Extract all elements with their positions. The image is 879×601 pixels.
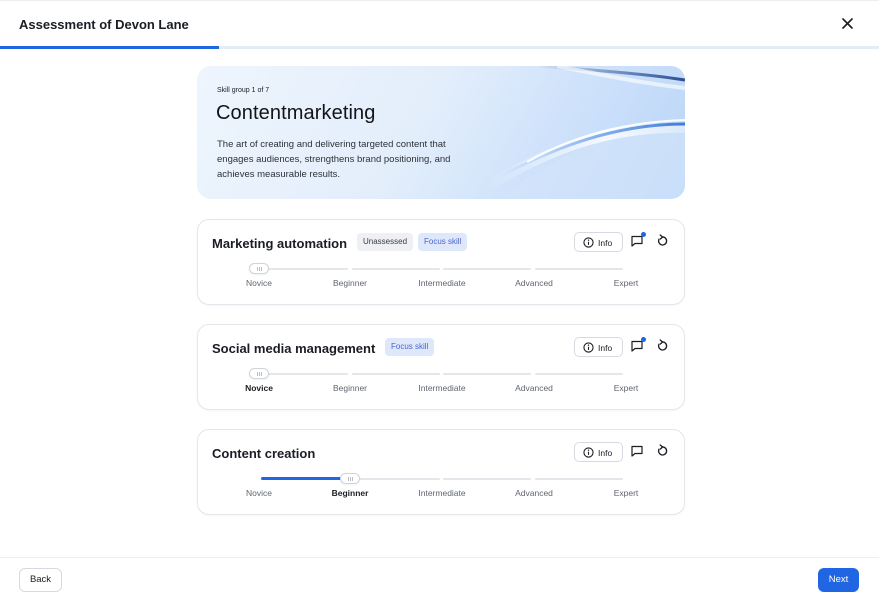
- level-label-expert[interactable]: Expert: [614, 488, 639, 498]
- comment-indicator: [641, 337, 646, 342]
- level-label-intermediate[interactable]: Intermediate: [418, 383, 465, 393]
- progress-bar-fill: [0, 46, 219, 49]
- info-icon: [583, 342, 594, 353]
- comment-button[interactable]: [630, 337, 646, 353]
- level-label-beginner[interactable]: Beginner: [332, 488, 369, 498]
- close-icon: [841, 17, 853, 29]
- skill-card: Marketing automation Unassessed Focus skil…: [197, 219, 685, 305]
- skill-card: Content creation Info Novice Beginner In…: [197, 429, 685, 515]
- info-icon: [583, 447, 594, 458]
- reset-button[interactable]: [655, 444, 669, 458]
- close-button[interactable]: [837, 13, 857, 33]
- slider-track-fill: [261, 477, 350, 480]
- skill-group-title: Contentmarketing: [216, 102, 376, 124]
- level-label-advanced[interactable]: Advanced: [515, 488, 553, 498]
- level-label-intermediate[interactable]: Intermediate: [418, 488, 465, 498]
- info-button[interactable]: Info: [574, 232, 623, 252]
- slider-track-segment: [443, 478, 531, 480]
- slider-track-segment: [261, 373, 348, 375]
- level-label-beginner[interactable]: Beginner: [333, 278, 367, 288]
- reset-icon: [657, 339, 668, 351]
- level-label-expert[interactable]: Expert: [614, 278, 639, 288]
- level-label-advanced[interactable]: Advanced: [515, 278, 553, 288]
- skill-group-hero: Skill group 1 of 7 Contentmarketing The …: [197, 66, 685, 199]
- slider-track-segment: [443, 268, 531, 270]
- footer: Back Next: [0, 557, 879, 601]
- reset-icon: [657, 234, 668, 246]
- level-label-novice[interactable]: Novice: [246, 278, 272, 288]
- status-chip: Unassessed: [357, 233, 414, 251]
- skill-name: Content creation: [212, 446, 316, 461]
- slider-track-segment: [535, 373, 623, 375]
- slider-track-segment: [261, 268, 348, 270]
- reset-icon: [657, 444, 668, 456]
- level-label-novice[interactable]: Novice: [246, 488, 272, 498]
- info-button-label: Info: [598, 343, 613, 353]
- skill-card: Social media management Focus skill Info: [197, 324, 685, 410]
- info-icon: [583, 237, 594, 248]
- level-label-expert[interactable]: Expert: [614, 383, 639, 393]
- info-button[interactable]: Info: [574, 442, 623, 462]
- reset-button[interactable]: [655, 339, 669, 353]
- comment-indicator: [641, 232, 646, 237]
- level-label-beginner[interactable]: Beginner: [333, 383, 367, 393]
- reset-button[interactable]: [655, 234, 669, 248]
- level-slider-thumb[interactable]: [249, 263, 269, 274]
- level-label-novice[interactable]: Novice: [245, 383, 273, 393]
- focus-skill-chip: Focus skill: [385, 338, 435, 356]
- slider-track-segment: [535, 268, 623, 270]
- info-button-label: Info: [598, 238, 613, 248]
- info-button[interactable]: Info: [574, 337, 623, 357]
- level-label-intermediate[interactable]: Intermediate: [418, 278, 465, 288]
- skill-name: Social media management: [212, 341, 376, 356]
- comment-icon: [631, 445, 643, 457]
- level-label-advanced[interactable]: Advanced: [515, 383, 553, 393]
- info-button-label: Info: [598, 448, 613, 458]
- focus-skill-chip: Focus skill: [418, 233, 468, 251]
- skill-name: Marketing automation: [212, 236, 348, 251]
- level-slider-thumb[interactable]: [340, 473, 360, 484]
- skill-group-counter: Skill group 1 of 7: [217, 87, 270, 94]
- slider-track-segment: [352, 478, 440, 480]
- slider-track-segment: [352, 373, 440, 375]
- level-slider-thumb[interactable]: [249, 368, 269, 379]
- skill-group-description: The art of creating and delivering targe…: [217, 139, 451, 180]
- slider-track-segment: [352, 268, 440, 270]
- slider-track-segment: [443, 373, 531, 375]
- slider-track-segment: [535, 478, 623, 480]
- header: Assessment of Devon Lane: [0, 0, 879, 49]
- progress-bar: [0, 46, 879, 49]
- comment-button[interactable]: [630, 232, 646, 248]
- comment-button[interactable]: [630, 444, 644, 458]
- page-title: Assessment of Devon Lane: [19, 17, 189, 32]
- next-button[interactable]: Next: [818, 568, 859, 592]
- back-button[interactable]: Back: [19, 568, 62, 592]
